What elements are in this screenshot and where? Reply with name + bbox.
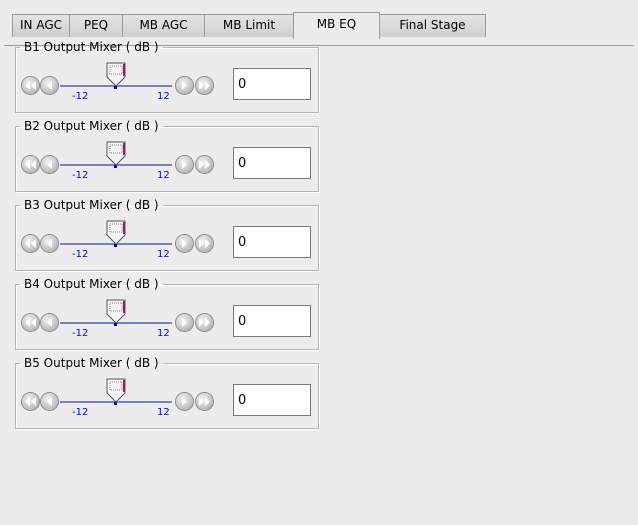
left-arrow-icon[interactable]: [41, 235, 58, 252]
double-left-arrow-icon[interactable]: [22, 314, 39, 331]
b4-output-mixer-group: B4 Output Mixer ( dB ) -12 12: [15, 277, 319, 350]
slider-min-label: -12: [72, 91, 89, 102]
slider-max-label: 12: [157, 170, 170, 181]
group-title: B3 Output Mixer ( dB ): [24, 198, 159, 212]
slider-max-label: 12: [157, 249, 170, 260]
double-left-arrow-icon[interactable]: [22, 393, 39, 410]
tab-peq[interactable]: PEQ: [69, 14, 123, 37]
b1-value-field[interactable]: [233, 68, 311, 100]
slider-min-label: -12: [72, 328, 89, 339]
tab-mb-limit[interactable]: MB Limit: [204, 14, 294, 37]
left-arrow-icon[interactable]: [41, 77, 58, 94]
double-right-arrow-icon[interactable]: [196, 314, 213, 331]
double-right-arrow-icon[interactable]: [196, 156, 213, 173]
left-arrow-icon[interactable]: [41, 314, 58, 331]
double-right-arrow-icon[interactable]: [196, 393, 213, 410]
group-title: B2 Output Mixer ( dB ): [24, 119, 159, 133]
b5-value-field[interactable]: [233, 384, 311, 416]
slider-min-label: -12: [72, 249, 89, 260]
slider-min-label: -12: [72, 170, 89, 181]
group-title: B1 Output Mixer ( dB ): [24, 40, 159, 54]
double-left-arrow-icon[interactable]: [22, 235, 39, 252]
right-arrow-icon[interactable]: [176, 314, 193, 331]
b3-value-field[interactable]: [233, 226, 311, 258]
tab-final-stage[interactable]: Final Stage: [379, 14, 486, 37]
b2-value-field[interactable]: [233, 147, 311, 179]
slider-thumb-icon[interactable]: [104, 219, 128, 247]
tab-mb-eq[interactable]: MB EQ: [293, 12, 380, 39]
slider-thumb-icon[interactable]: [104, 61, 128, 89]
b1-output-mixer-group: B1 Output Mixer ( dB ) -12 12: [15, 40, 319, 113]
right-arrow-icon[interactable]: [176, 235, 193, 252]
slider-max-label: 12: [157, 328, 170, 339]
double-right-arrow-icon[interactable]: [196, 235, 213, 252]
left-arrow-icon[interactable]: [41, 156, 58, 173]
group-title: B4 Output Mixer ( dB ): [24, 277, 159, 291]
double-right-arrow-icon[interactable]: [196, 77, 213, 94]
tab-strip: IN AGC PEQ MB AGC MB Limit MB EQ Final S…: [4, 12, 634, 46]
left-arrow-icon[interactable]: [41, 393, 58, 410]
b4-value-field[interactable]: [233, 305, 311, 337]
slider-max-label: 12: [157, 407, 170, 418]
tab-mb-agc[interactable]: MB AGC: [122, 14, 205, 37]
right-arrow-icon[interactable]: [176, 393, 193, 410]
right-arrow-icon[interactable]: [176, 77, 193, 94]
b3-output-mixer-group: B3 Output Mixer ( dB ) -12 12: [15, 198, 319, 271]
group-title: B5 Output Mixer ( dB ): [24, 356, 159, 370]
b2-output-mixer-group: B2 Output Mixer ( dB ) -12 12: [15, 119, 319, 192]
tab-in-agc[interactable]: IN AGC: [12, 14, 70, 37]
slider-min-label: -12: [72, 407, 89, 418]
b5-output-mixer-group: B5 Output Mixer ( dB ) -12 12: [15, 356, 319, 429]
slider-thumb-icon[interactable]: [104, 377, 128, 405]
slider-thumb-icon[interactable]: [104, 140, 128, 168]
double-left-arrow-icon[interactable]: [22, 77, 39, 94]
right-arrow-icon[interactable]: [176, 156, 193, 173]
mb-eq-panel: IN AGC PEQ MB AGC MB Limit MB EQ Final S…: [4, 4, 634, 521]
slider-thumb-icon[interactable]: [104, 298, 128, 326]
double-left-arrow-icon[interactable]: [22, 156, 39, 173]
slider-max-label: 12: [157, 91, 170, 102]
